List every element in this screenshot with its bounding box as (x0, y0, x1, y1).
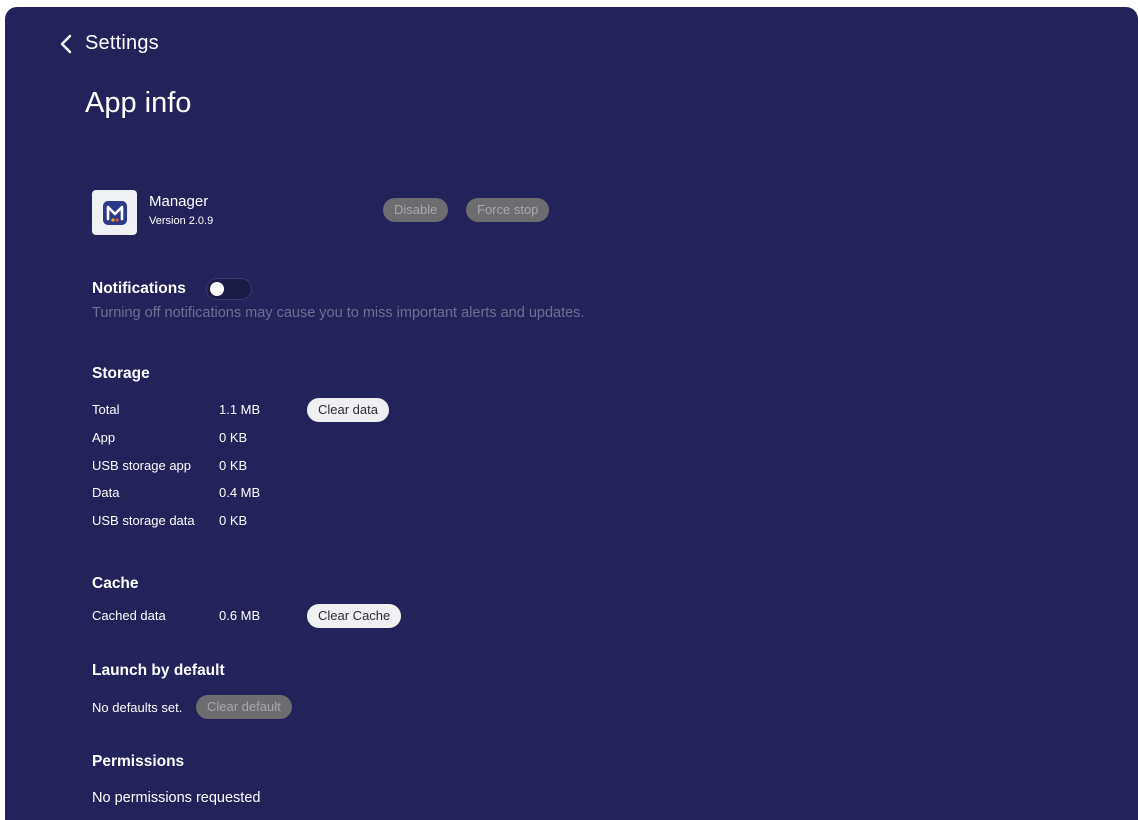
force-stop-button[interactable]: Force stop (466, 198, 550, 222)
permissions-heading: Permissions (92, 753, 185, 770)
manager-app-icon (92, 190, 137, 235)
launch-default-heading: Launch by default (92, 662, 225, 679)
app-version: Version 2.0.9 (149, 215, 214, 227)
notifications-toggle[interactable] (205, 278, 252, 300)
notifications-description: Turning off notifications may cause you … (92, 305, 585, 321)
notifications-heading: Notifications (92, 280, 186, 297)
storage-value-total: 1.1 MB (219, 402, 261, 417)
storage-label-app: App (92, 430, 116, 445)
storage-heading: Storage (92, 365, 150, 382)
cached-data-value: 0.6 MB (219, 608, 261, 623)
toggle-knob (209, 282, 224, 296)
header: Settings (55, 32, 159, 55)
header-title: Settings (85, 32, 159, 54)
app-summary: Manager Version 2.0.9 (92, 190, 213, 235)
clear-data-button[interactable]: Clear data (307, 398, 389, 422)
no-defaults-text: No defaults set. (92, 700, 183, 715)
cached-data-label: Cached data (92, 608, 166, 623)
storage-value-data: 0.4 MB (219, 485, 261, 500)
storage-label-usb-data: USB storage data (92, 513, 195, 528)
app-name: Manager (149, 193, 209, 210)
page-title: App info (85, 87, 192, 119)
cache-heading: Cache (92, 575, 139, 592)
chevron-left-icon (60, 34, 72, 53)
storage-label-usb-app: USB storage app (92, 458, 192, 473)
storage-value-app: 0 KB (219, 430, 248, 445)
permissions-text: No permissions requested (92, 790, 261, 806)
storage-label-total: Total (92, 402, 120, 417)
clear-default-button[interactable]: Clear default (196, 695, 292, 719)
app-text: Manager Version 2.0.9 (149, 193, 213, 227)
app-info-panel: Settings App info Manager Version 2.0.9 … (5, 7, 1138, 820)
clear-cache-button[interactable]: Clear Cache (307, 604, 402, 628)
notifications-row: Notifications (92, 278, 252, 300)
storage-value-usb-app: 0 KB (219, 458, 248, 473)
disable-button[interactable]: Disable (383, 198, 449, 222)
storage-label-data: Data (92, 485, 120, 500)
storage-value-usb-data: 0 KB (219, 513, 248, 528)
back-button[interactable] (55, 33, 77, 55)
